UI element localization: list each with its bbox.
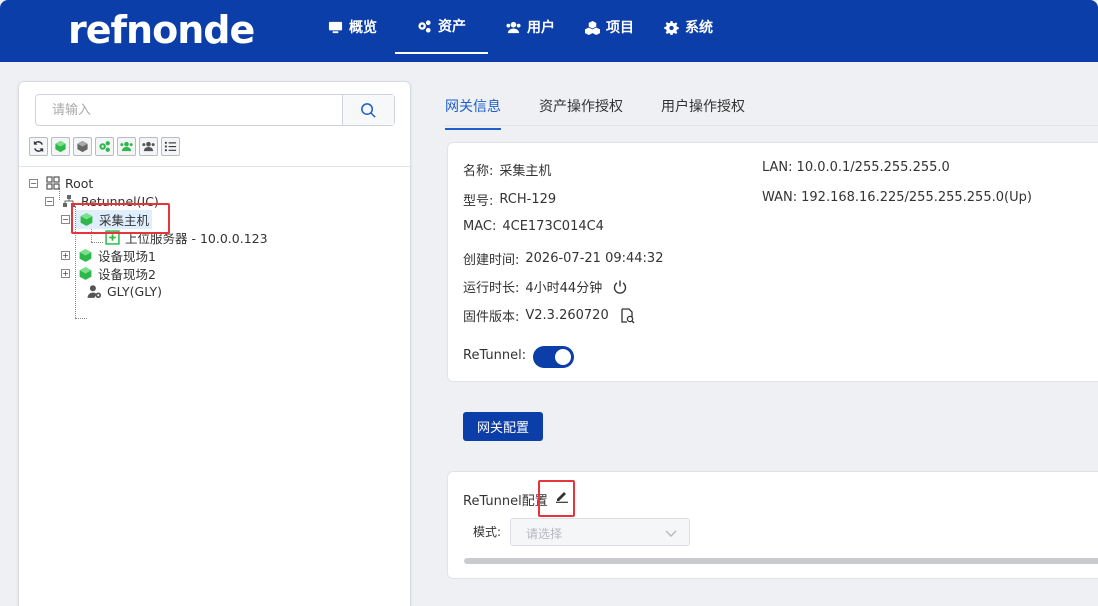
info-name: 名称: 采集主机 (463, 160, 551, 179)
add-user-button[interactable] (139, 137, 158, 156)
search-input[interactable] (36, 95, 342, 125)
refresh-button[interactable] (29, 137, 48, 156)
info-wan-value: 192.168.16.225/255.255.255.0(Up) (801, 190, 1032, 205)
mode-select[interactable]: 请选择 (510, 518, 690, 546)
main-nav: 概览 资产 用户 项目 系统 (316, 0, 731, 62)
tree-connector (75, 318, 87, 319)
tree-node-site-2[interactable]: + 设备现场2 (61, 264, 156, 282)
info-wan: WAN: 192.168.16.225/255.255.255.0(Up) (762, 190, 1032, 205)
retunnel-toggle[interactable] (533, 346, 574, 368)
green-cube-icon (79, 266, 92, 280)
collapse-toggle[interactable]: − (45, 196, 54, 206)
horizontal-scrollbar[interactable] (464, 558, 1098, 564)
info-uptime-value: 4小时44分钟 (525, 281, 603, 296)
expand-toggle[interactable]: + (61, 268, 70, 278)
nav-overview[interactable]: 概览 (316, 0, 389, 54)
tree-node-label: 设备现场2 (98, 266, 156, 282)
green-cube-icon (79, 248, 92, 262)
search-icon (361, 102, 376, 118)
retunnel-config-card: ReTunnel配置 模式: 请选择 (447, 471, 1098, 579)
nav-users-label: 用户 (527, 20, 555, 36)
highlight-box (538, 480, 575, 517)
user-gear-icon (87, 284, 102, 298)
info-model-value: RCH-129 (499, 192, 557, 207)
gear-green-icon (99, 141, 110, 152)
nav-assets[interactable]: 资产 (395, 0, 488, 54)
info-firmware: 固件版本: V2.3.260720 (463, 306, 635, 325)
info-created-value: 2026-07-21 09:44:32 (525, 251, 664, 266)
info-wan-key: WAN: (762, 190, 798, 205)
gear-icon (664, 20, 679, 35)
mode-label: 模式: (473, 525, 502, 539)
firmware-search-icon[interactable] (619, 307, 635, 324)
info-name-key: 名称: (463, 164, 494, 179)
collapse-toggle[interactable]: − (29, 178, 38, 188)
tab-divider (445, 125, 1098, 126)
info-mac: MAC: 4CE173C014C4 (463, 219, 604, 234)
info-uptime: 运行时长: 4小时44分钟 (463, 277, 628, 296)
tree-search (35, 94, 395, 126)
nav-assets-label: 资产 (438, 19, 466, 35)
tree-node-root[interactable]: − Root (29, 174, 93, 192)
power-icon[interactable] (612, 279, 628, 295)
tree-toolbar (29, 137, 180, 156)
collapse-toggle[interactable]: − (61, 214, 70, 224)
toolbar-divider (19, 166, 410, 167)
refresh-icon (33, 140, 44, 153)
info-retunnel: ReTunnel: (463, 348, 526, 363)
tree-node-user-gly[interactable]: GLY(GLY) (87, 282, 162, 300)
nav-projects[interactable]: 项目 (573, 0, 646, 54)
info-created-key: 创建时间: (463, 253, 520, 268)
nav-projects-label: 项目 (606, 20, 634, 36)
add-gateway-button[interactable] (51, 137, 70, 156)
logo: refnonde (68, 8, 255, 52)
info-model: 型号: RCH-129 (463, 190, 556, 209)
info-mac-value: 4CE173C014C4 (502, 219, 604, 234)
info-lan: LAN: 10.0.0.1/255.255.255.0 (762, 160, 950, 175)
info-retunnel-key: ReTunnel: (463, 348, 527, 363)
gateway-config-button[interactable]: 网关配置 (463, 412, 543, 441)
nav-overview-label: 概览 (349, 20, 377, 36)
nav-system[interactable]: 系统 (652, 0, 725, 54)
info-created: 创建时间: 2026-07-21 09:44:32 (463, 249, 663, 268)
info-mac-key: MAC: (463, 219, 497, 234)
info-model-key: 型号: (463, 194, 494, 209)
top-header: refnonde 概览 资产 用户 项目 系统 (0, 0, 1098, 62)
expand-toggle[interactable]: + (61, 250, 70, 260)
info-name-value: 采集主机 (499, 164, 552, 179)
monitor-icon (328, 21, 343, 33)
users-green-icon (120, 141, 133, 152)
nav-users[interactable]: 用户 (494, 0, 567, 54)
search-button[interactable] (342, 95, 394, 125)
tree-node-label: 设备现场1 (98, 248, 156, 264)
add-green-cube-icon (55, 140, 66, 153)
add-device-button[interactable] (73, 137, 92, 156)
info-firmware-key: 固件版本: (463, 310, 520, 325)
list-view-button[interactable] (161, 137, 180, 156)
nav-system-label: 系统 (685, 20, 713, 36)
asset-tree-panel: − Root − Retunnel(IC) − 采集主机 上位服务器 - 10.… (18, 81, 411, 606)
highlight-box (71, 203, 170, 234)
cubes-icon (585, 20, 600, 35)
gateway-info-card: 名称: 采集主机 型号: RCH-129 MAC: 4CE173C014C4 创… (447, 142, 1098, 382)
info-lan-value: 10.0.0.1/255.255.255.0 (796, 160, 950, 175)
info-uptime-key: 运行时长: (463, 281, 520, 296)
tree-node-site-1[interactable]: + 设备现场1 (61, 246, 156, 264)
list-icon (164, 141, 177, 152)
tree-node-label: Root (65, 175, 94, 191)
grid-icon (46, 176, 60, 190)
users-icon (506, 21, 521, 33)
gears-icon (418, 19, 431, 33)
retunnel-config-title: ReTunnel配置 (463, 494, 548, 509)
info-lan-key: LAN: (762, 160, 793, 175)
add-service-button[interactable] (95, 137, 114, 156)
users-gray-icon (142, 141, 155, 152)
add-group-button[interactable] (117, 137, 136, 156)
info-firmware-value: V2.3.260720 (525, 308, 609, 323)
add-gray-cube-icon (77, 140, 88, 153)
mode-select-placeholder: 请选择 (526, 527, 563, 541)
chevron-down-icon (665, 530, 677, 537)
tree-connector (91, 242, 103, 243)
tree-node-label: GLY(GLY) (107, 283, 163, 299)
